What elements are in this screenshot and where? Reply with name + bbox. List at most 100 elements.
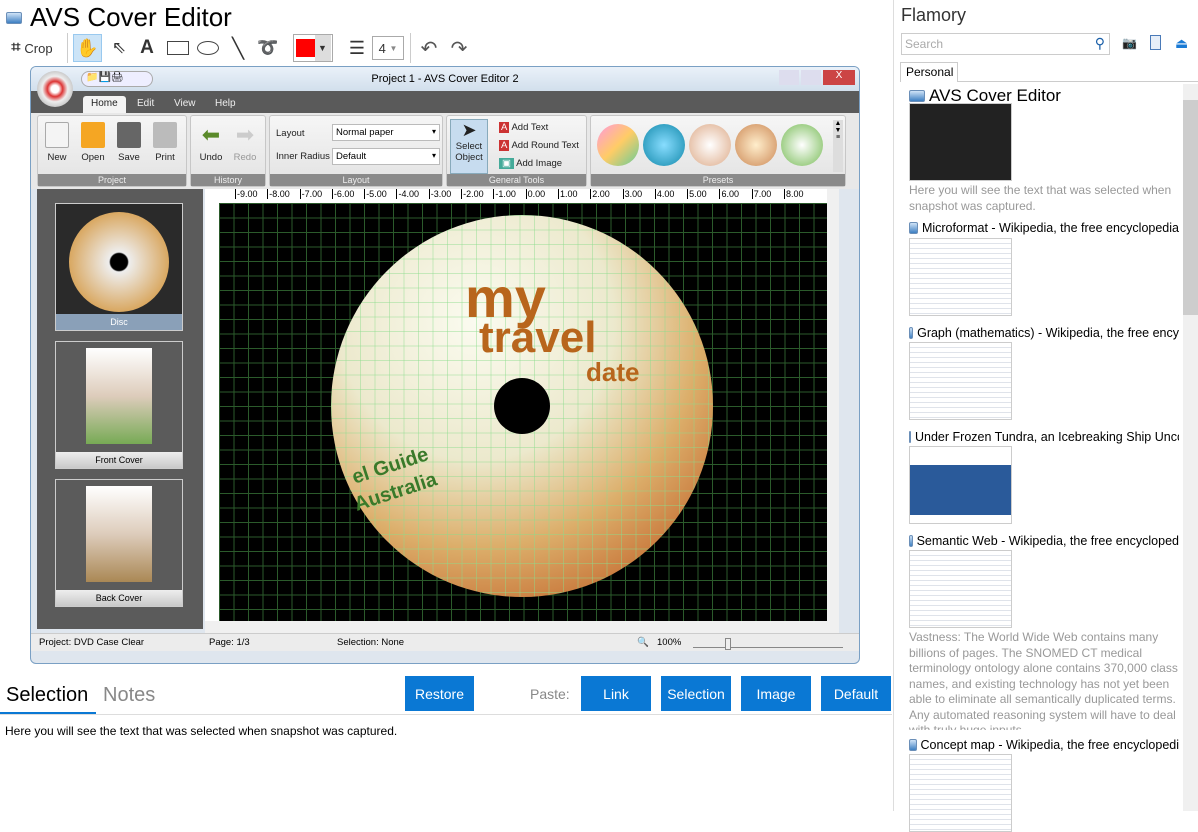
- undo-arrow-icon: ⬅: [201, 122, 221, 147]
- general-tools-group: ➤ Select Object A Add Text A Add Round Tex…: [446, 115, 587, 187]
- page-thumb-disc[interactable]: Disc: [55, 203, 183, 331]
- undo-icon[interactable]: ↶: [417, 34, 441, 62]
- app-menu-button[interactable]: [37, 71, 73, 107]
- page-icon: [909, 739, 917, 751]
- history-group: ⬅ Undo ➡ Redo History: [190, 115, 266, 187]
- rectangle-tool-icon[interactable]: [165, 34, 191, 62]
- ruler-tick-label: 1.00: [557, 189, 590, 199]
- list-item[interactable]: Graph (mathematics) - Wikipedia, the fre…: [909, 326, 1179, 340]
- list-item[interactable]: Under Frozen Tundra, an Icebreaking Ship…: [909, 430, 1179, 444]
- add-round-text-button[interactable]: A Add Round Text: [499, 140, 579, 151]
- collapse-icon[interactable]: ⏏: [1175, 35, 1188, 52]
- ruler-tick-label: 6.00: [719, 189, 751, 199]
- camera-icon[interactable]: 📷: [1122, 36, 1137, 50]
- design-canvas[interactable]: my travel date el Guide Australia: [219, 203, 827, 621]
- add-image-button[interactable]: ▣ Add Image: [499, 158, 562, 169]
- list-item[interactable]: Semantic Web - Wikipedia, the free encyc…: [909, 534, 1179, 548]
- restore-button[interactable]: Restore: [405, 676, 474, 711]
- hand-tool-icon[interactable]: ✋: [73, 34, 102, 62]
- preset-thumbnail[interactable]: [689, 124, 731, 166]
- redo-button[interactable]: ➡ Redo: [229, 122, 261, 163]
- ruler-tick-label: 7.00: [751, 189, 784, 199]
- tab-notes[interactable]: Notes: [103, 684, 155, 707]
- snapshot-thumbnail[interactable]: [909, 754, 1012, 832]
- zoom-slider[interactable]: [693, 638, 843, 650]
- inner-radius-select[interactable]: Default: [332, 148, 440, 165]
- tab-help[interactable]: Help: [207, 96, 244, 113]
- page-thumb-back-cover[interactable]: Back Cover: [55, 479, 183, 607]
- save-icon: [117, 122, 141, 148]
- preset-thumbnail[interactable]: [781, 124, 823, 166]
- snapshot-thumbnail[interactable]: [909, 342, 1012, 420]
- new-icon: [45, 122, 69, 148]
- ellipse-tool-icon[interactable]: [195, 34, 221, 62]
- paste-link-button[interactable]: Link: [581, 676, 651, 711]
- presets-group: ▲ ▼ ≡ Presets: [590, 115, 846, 187]
- line-width-icon: ☰: [348, 37, 366, 58]
- tab-edit[interactable]: Edit: [129, 96, 162, 113]
- snapshot-thumbnail[interactable]: [909, 103, 1012, 181]
- page-thumb-front-cover[interactable]: Front Cover: [55, 341, 183, 469]
- open-icon: [81, 122, 105, 148]
- ruler-tick-label: -4.00: [396, 189, 428, 199]
- document-icon[interactable]: [1150, 35, 1161, 50]
- new-button[interactable]: New: [42, 122, 72, 163]
- list-item[interactable]: Microformat - Wikipedia, the free encycl…: [909, 221, 1179, 235]
- snapshot-thumbnail[interactable]: [909, 446, 1012, 524]
- ruler-tick-label: 4.00: [654, 189, 687, 199]
- list-item[interactable]: Concept map - Wikipedia, the free encycl…: [909, 738, 1179, 752]
- project-group: New Open Save Print Project: [37, 115, 187, 187]
- vertical-scrollbar[interactable]: [827, 189, 839, 621]
- horizontal-scrollbar[interactable]: [205, 621, 839, 633]
- ruler-tick-label: 2.00: [590, 189, 622, 199]
- preset-thumbnail[interactable]: [597, 124, 639, 166]
- preset-thumbnail[interactable]: [735, 124, 777, 166]
- color-swatch: [295, 39, 315, 57]
- crop-icon: ⌗: [11, 39, 21, 56]
- preset-thumbnail[interactable]: [643, 124, 685, 166]
- snapshot-thumbnail[interactable]: [909, 550, 1012, 628]
- redo-arrow-icon: ➡: [235, 122, 255, 147]
- snapshot-thumbnail[interactable]: [909, 238, 1012, 316]
- paste-selection-button[interactable]: Selection: [661, 676, 731, 711]
- window-controls: X: [779, 70, 855, 85]
- disc-artwork[interactable]: my travel date el Guide Australia: [331, 215, 713, 597]
- paste-image-button[interactable]: Image: [741, 676, 811, 711]
- tab-personal[interactable]: Personal: [900, 62, 958, 82]
- image-icon: ▣: [499, 158, 514, 169]
- color-picker[interactable]: ▼: [293, 34, 333, 62]
- tab-home[interactable]: Home: [83, 96, 126, 113]
- paste-default-button[interactable]: Default: [821, 676, 891, 711]
- crop-button[interactable]: ⌗ Crop: [6, 34, 58, 62]
- search-input[interactable]: Search ⚲: [901, 33, 1110, 55]
- undo-button[interactable]: ⬅ Undo: [195, 122, 227, 163]
- ruler-tick-label: -5.00: [364, 189, 396, 199]
- close-icon[interactable]: X: [823, 70, 855, 85]
- page-icon: [909, 90, 925, 102]
- app-title: AVS Cover Editor: [30, 2, 232, 32]
- tab-selection[interactable]: Selection: [6, 684, 88, 707]
- zoom-icon: 🔍: [637, 637, 649, 648]
- zoom-level: 100%: [657, 637, 682, 648]
- text-tool-icon[interactable]: A: [136, 34, 158, 62]
- add-text-button[interactable]: A Add Text: [499, 122, 548, 133]
- page-icon: [909, 431, 911, 443]
- page-list: Disc Front Cover Back Cover: [37, 189, 203, 629]
- line-tool-icon[interactable]: ╲: [226, 34, 250, 62]
- line-width-select[interactable]: 4 ▼: [372, 36, 404, 60]
- freehand-tool-icon[interactable]: ➰: [256, 34, 280, 62]
- minimize-icon[interactable]: [779, 70, 799, 85]
- select-object-button[interactable]: ➤ Select Object: [450, 119, 488, 174]
- layout-select[interactable]: Normal paper: [332, 124, 440, 141]
- pointer-tool-icon[interactable]: ⇖: [106, 34, 132, 62]
- redo-icon[interactable]: ↷: [447, 34, 471, 62]
- print-button[interactable]: Print: [150, 122, 180, 163]
- presets-scroll[interactable]: ▲ ▼ ≡: [833, 120, 843, 172]
- search-icon: ⚲: [1094, 35, 1105, 51]
- round-text-icon: A: [499, 140, 510, 151]
- save-button[interactable]: Save: [114, 122, 144, 163]
- scrollbar[interactable]: [1183, 84, 1198, 811]
- open-button[interactable]: Open: [78, 122, 108, 163]
- tab-view[interactable]: View: [166, 96, 204, 113]
- maximize-icon[interactable]: [801, 70, 821, 85]
